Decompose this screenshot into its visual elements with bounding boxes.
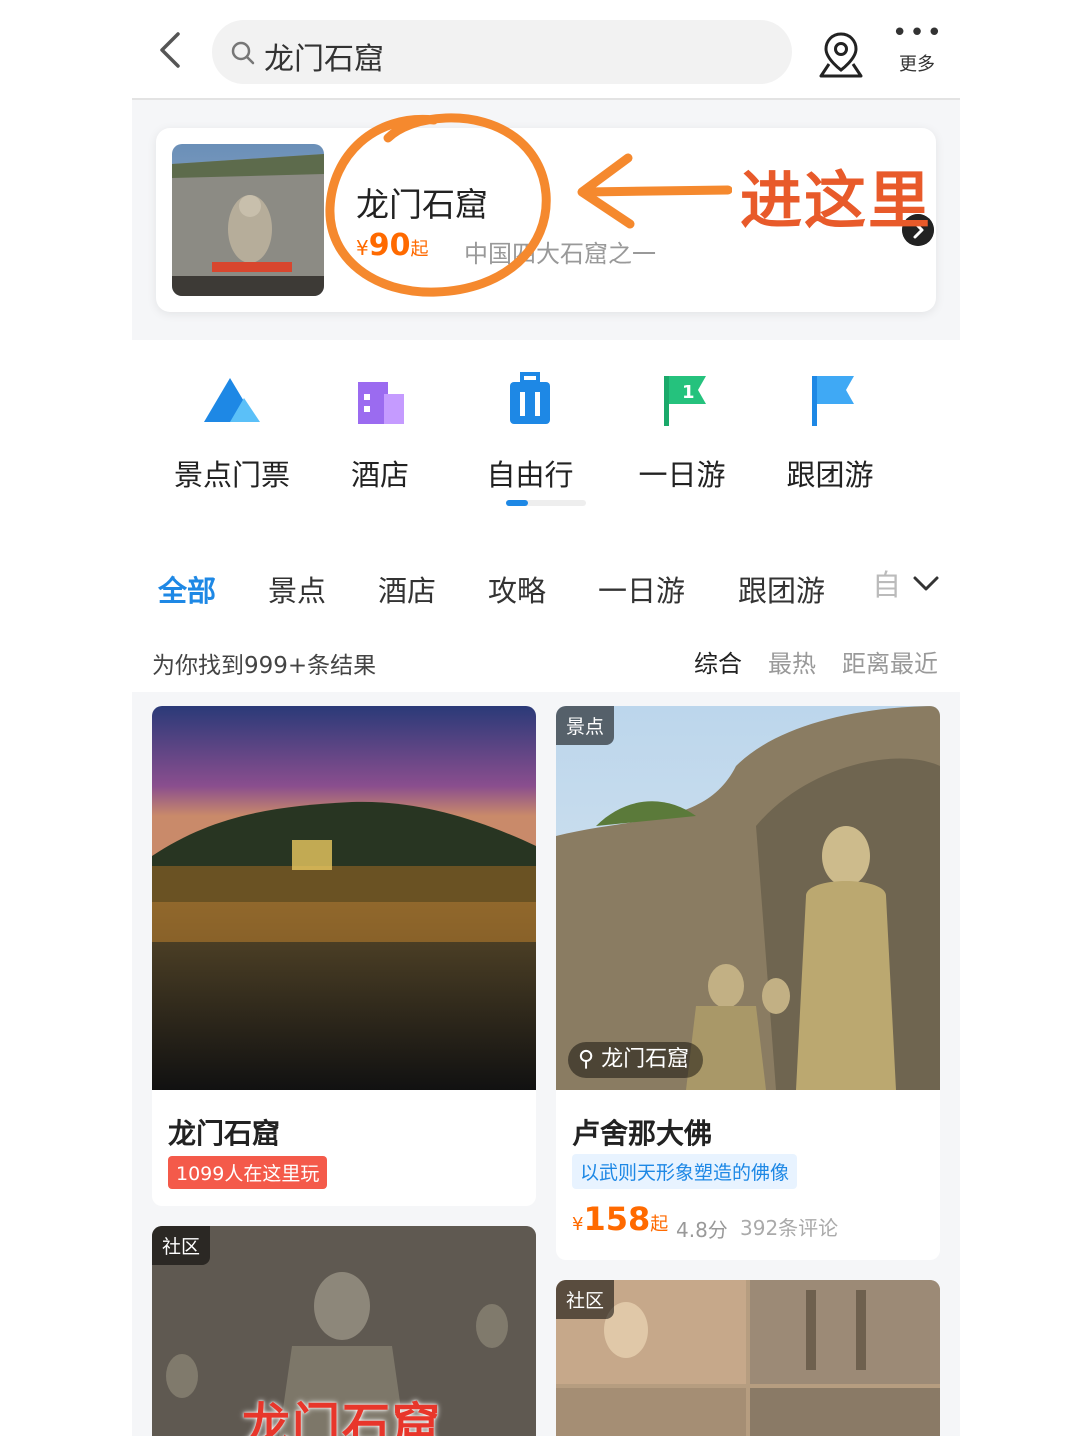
- card-score: 4.8分: [676, 1218, 728, 1242]
- app-screen: 龙门石窟 ••• 更多 龙门石窟 ¥90起 中国四大石窟之一 进这里 景点门票 …: [132, 0, 960, 1436]
- results-count: 为你找到999+条结果: [152, 653, 377, 679]
- night-lake-image: [152, 706, 536, 1090]
- category-free-travel[interactable]: 自由行: [460, 368, 600, 494]
- category-tickets[interactable]: 景点门票: [162, 368, 302, 494]
- more-button[interactable]: ••• 更多: [892, 18, 945, 82]
- pager-indicator: [506, 500, 528, 506]
- card-title: 卢舍那大佛: [572, 1117, 713, 1150]
- category-day-tour[interactable]: 1 一日游: [612, 368, 752, 494]
- mountain-icon: [204, 378, 260, 422]
- scenic-name: 龙门石窟: [356, 185, 488, 224]
- location-name: 龙门石窟: [601, 1047, 690, 1072]
- tab-hotel[interactable]: 酒店: [378, 568, 436, 610]
- category-group-tour[interactable]: 跟团游: [760, 368, 900, 494]
- tab-more-partial[interactable]: 自: [872, 562, 901, 604]
- visitors-badge: 1099人在这里玩: [168, 1156, 328, 1189]
- filter-tabs: 全部 景点 酒店 攻略 一日游 跟团游 自: [132, 530, 960, 630]
- back-arrow-icon[interactable]: [154, 30, 188, 70]
- results-bar: 为你找到999+条结果 综合 最热 距离最近: [132, 630, 960, 692]
- tab-day-tour[interactable]: 一日游: [598, 568, 685, 610]
- tab-guides[interactable]: 攻略: [488, 568, 546, 610]
- more-dots-icon: •••: [892, 18, 945, 48]
- category-pager: [506, 500, 586, 506]
- card-reviews: 392条评论: [740, 1216, 839, 1240]
- tab-all[interactable]: 全部: [158, 568, 217, 616]
- scenic-price: ¥90起: [356, 228, 429, 263]
- building-icon: [358, 382, 404, 424]
- svg-text:1: 1: [682, 382, 695, 403]
- map-pin-icon[interactable]: [817, 30, 865, 80]
- sort-default[interactable]: 综合: [694, 644, 742, 679]
- search-query: 龙门石窟: [264, 42, 384, 77]
- buddha-statue-image: [556, 706, 940, 1090]
- category-tag: 社区: [152, 1226, 211, 1265]
- top-bar: 龙门石窟 ••• 更多: [132, 0, 960, 100]
- search-icon: [231, 41, 255, 65]
- search-input[interactable]: 龙门石窟: [212, 20, 792, 84]
- tab-sights[interactable]: 景点: [268, 568, 326, 610]
- location-pill: ⚲ 龙门石窟: [568, 1042, 704, 1078]
- scenic-description: 中国四大石窟之一: [464, 240, 656, 268]
- card-title: 龙门石窟: [168, 1117, 281, 1150]
- category-tag: 景点: [556, 706, 615, 745]
- category-hotel[interactable]: 酒店: [310, 368, 450, 494]
- result-card[interactable]: 社区: [556, 1280, 940, 1436]
- card-price: ¥158起: [572, 1200, 669, 1238]
- chevron-down-icon[interactable]: [912, 572, 940, 596]
- more-label: 更多: [899, 54, 935, 75]
- feature-badge: 以武则天形象塑造的佛像: [572, 1154, 798, 1189]
- luggage-icon: [510, 372, 550, 424]
- pin-icon: ⚲: [578, 1047, 595, 1072]
- sort-distance[interactable]: 距离最近: [842, 644, 938, 679]
- tab-group-tour[interactable]: 跟团游: [738, 568, 825, 610]
- sort-popular[interactable]: 最热: [768, 644, 816, 679]
- result-card[interactable]: 社区 龙门石窟: [152, 1226, 536, 1436]
- overlay-title: 龙门石窟: [242, 1398, 443, 1436]
- annotation-text: 进这里: [740, 164, 933, 237]
- flag-one-icon: 1: [664, 376, 706, 426]
- category-row: 景点门票 酒店 自由行 1 一日游 跟团游: [132, 340, 960, 530]
- category-tag: 社区: [556, 1280, 615, 1319]
- result-card[interactable]: 龙门石窟 1099人在这里玩: [152, 706, 536, 1206]
- result-card[interactable]: 景点 ⚲ 龙门石窟 卢舍那大佛 以武则天形象塑造的佛像 ¥158起 4.8分 3…: [556, 706, 940, 1260]
- flag-icon: [812, 376, 854, 426]
- scenic-thumbnail: [172, 144, 324, 296]
